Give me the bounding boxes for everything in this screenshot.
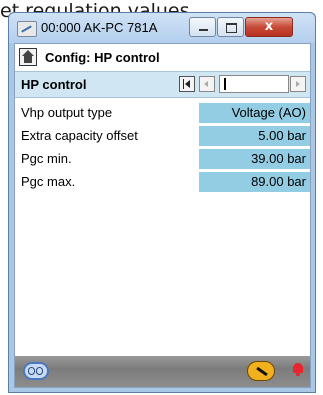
param-label: Extra capacity offset [21, 128, 138, 143]
window-title: 00:000 AK-PC 781A [41, 20, 158, 35]
close-button[interactable]: x [245, 17, 293, 37]
param-row-pgc-max: Pgc max. 89.00 bar [15, 171, 310, 193]
param-value[interactable]: 39.00 bar [199, 149, 310, 169]
config-header: Config: HP control [15, 44, 310, 72]
alarm-bell-icon[interactable] [292, 363, 304, 376]
param-label: Vhp output type [21, 105, 113, 120]
param-value[interactable]: 5.00 bar [199, 126, 310, 146]
next-icon[interactable] [290, 76, 306, 92]
app-icon [17, 21, 37, 37]
wrench-icon[interactable] [247, 361, 275, 381]
maximize-button[interactable] [217, 17, 244, 37]
param-value[interactable]: Voltage (AO) [199, 103, 310, 123]
status-bar [15, 356, 310, 387]
param-row-extra-capacity-offset: Extra capacity offset 5.00 bar [15, 125, 310, 147]
param-row-vhp-output-type: Vhp output type Voltage (AO) [15, 102, 310, 124]
param-label: Pgc max. [21, 174, 76, 189]
param-row-pgc-min: Pgc min. 39.00 bar [15, 148, 310, 170]
page-title: Config: HP control [45, 50, 160, 65]
param-value[interactable]: 89.00 bar [199, 172, 310, 192]
close-icon: x [264, 19, 274, 34]
home-icon[interactable] [19, 48, 37, 66]
first-page-icon[interactable] [179, 76, 195, 92]
section-header: HP control [15, 71, 310, 98]
title-bar[interactable]: 00:000 AK-PC 781A x [9, 13, 315, 43]
section-title: HP control [21, 77, 87, 92]
app-window: 00:000 AK-PC 781A x Config: HP control H… [8, 12, 316, 393]
previous-icon[interactable] [199, 76, 215, 92]
page-selector-field[interactable] [219, 75, 289, 93]
param-label: Pgc min. [21, 151, 72, 166]
users-icon[interactable] [23, 362, 49, 380]
minimize-button[interactable] [189, 17, 216, 37]
content-panel: Config: HP control HP control Vhp output… [14, 43, 311, 388]
